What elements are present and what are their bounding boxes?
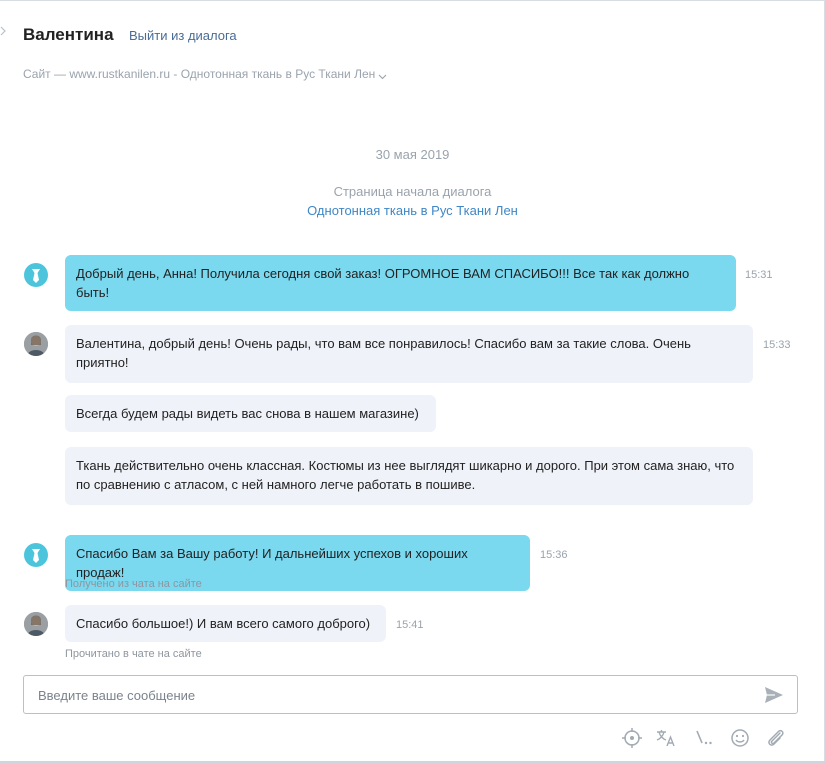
client-avatar (24, 543, 48, 567)
dialog-start-label: Страница начала диалога (333, 184, 492, 199)
send-icon[interactable] (764, 686, 784, 704)
agent-avatar (24, 612, 48, 636)
shortcut-icon[interactable] (694, 727, 716, 749)
message-read-note: Прочитано в чате на сайте (65, 648, 202, 660)
message-time: 15:33 (763, 339, 791, 351)
message-input[interactable] (38, 685, 738, 705)
target-icon[interactable] (621, 727, 643, 749)
message-time: 15:41 (396, 619, 424, 631)
message-bubble: Всегда будем рады видеть вас снова в наш… (65, 395, 436, 432)
source-text: Сайт — www.rustkanilen.ru - Однотонная т… (23, 67, 376, 81)
emoji-icon[interactable] (729, 727, 751, 749)
dialog-start-page-link[interactable]: Однотонная ткань в Рус Ткани Лен (0, 203, 825, 218)
message-composer (23, 675, 798, 714)
leave-dialog-link[interactable]: Выйти из диалога (129, 28, 237, 43)
message-bubble: Добрый день, Анна! Получила сегодня свой… (65, 255, 736, 311)
message-text: Ткань действительно очень классная. Кост… (76, 458, 735, 492)
window-top-border (0, 0, 825, 4)
message-text: Валентина, добрый день! Очень рады, что … (76, 336, 691, 370)
message-delivery-note: Получено из чата на сайте (65, 578, 202, 590)
source-selector[interactable]: Сайт — www.rustkanilen.ru - Однотонная т… (23, 67, 387, 81)
message-time: 15:31 (745, 269, 773, 281)
collapse-chevron-icon[interactable] (0, 26, 8, 36)
message-time: 15:36 (540, 549, 568, 561)
message-text: Спасибо Вам за Вашу работу! И дальнейших… (76, 546, 468, 580)
attachment-icon[interactable] (764, 727, 786, 749)
message-bubble: Валентина, добрый день! Очень рады, что … (65, 325, 753, 383)
client-avatar (24, 263, 48, 287)
message-text: Спасибо большое!) И вам всего самого доб… (76, 616, 371, 631)
message-bubble: Спасибо большое!) И вам всего самого доб… (65, 605, 386, 642)
message-text: Добрый день, Анна! Получила сегодня свой… (76, 266, 690, 300)
agent-avatar (24, 332, 48, 356)
date-separator: 30 мая 2019 (375, 147, 450, 162)
message-text: Всегда будем рады видеть вас снова в наш… (76, 406, 419, 421)
contact-name: Валентина (23, 25, 114, 44)
chevron-down-icon (378, 70, 387, 79)
message-bubble: Ткань действительно очень классная. Кост… (65, 447, 753, 505)
translate-icon[interactable] (655, 727, 677, 749)
